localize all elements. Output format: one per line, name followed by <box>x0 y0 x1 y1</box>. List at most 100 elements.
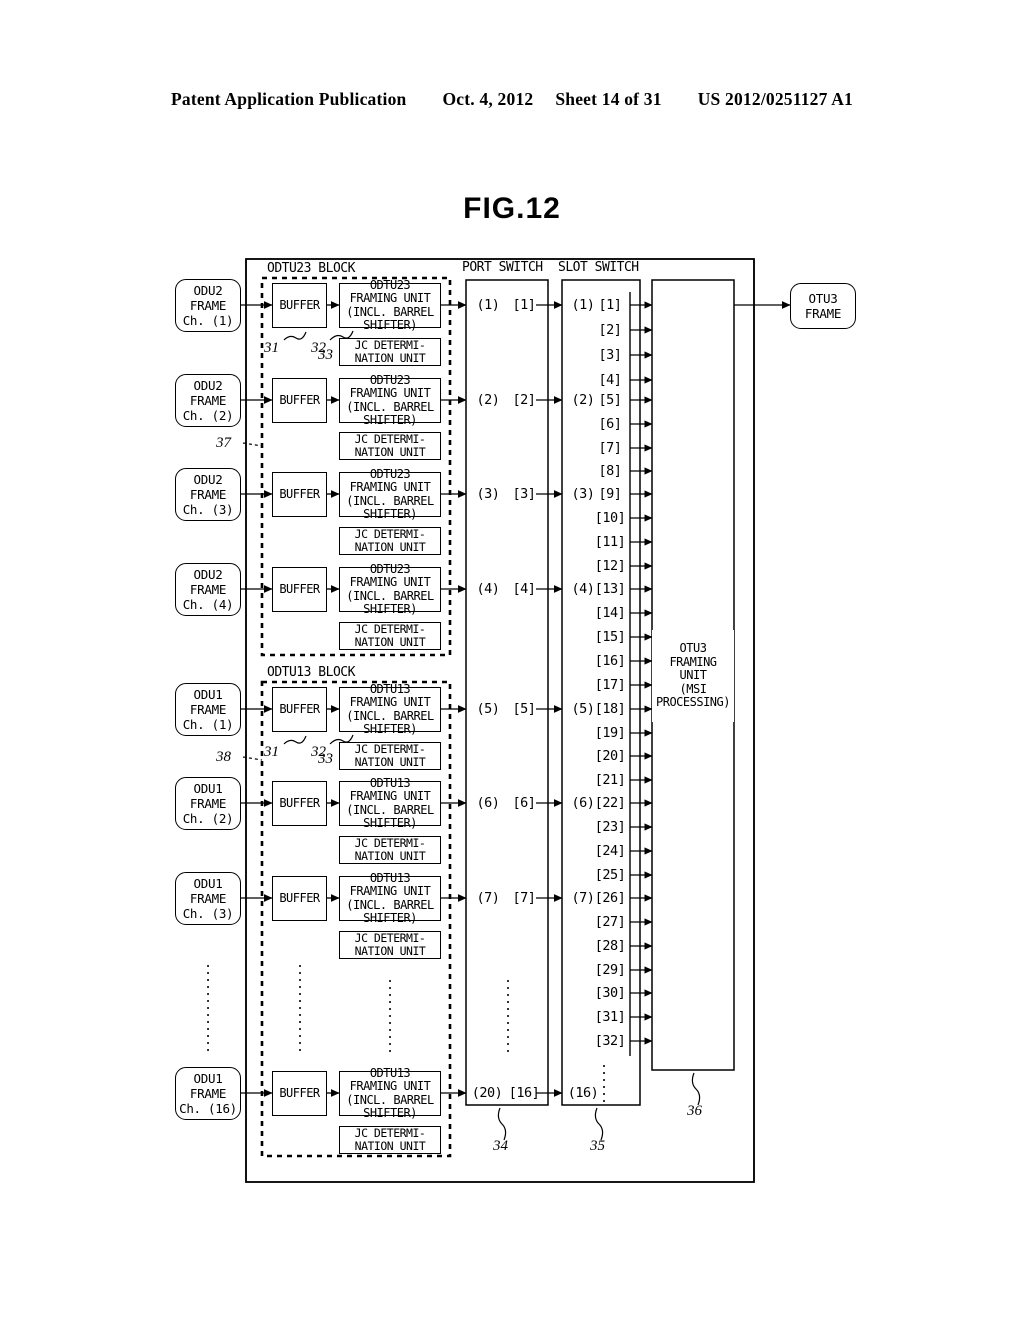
framing-unit-odtu23-ch3[interactable]: ODTU23 FRAMING UNIT (INCL. BARREL SHIFTE… <box>339 467 441 521</box>
otu3-line-2: FRAMING <box>669 654 717 669</box>
ref-jc-lower: 33 <box>318 751 333 767</box>
buffer-odu1-ch1[interactable]: BUFFER <box>272 687 327 732</box>
port-in-4: (4) <box>476 581 500 597</box>
input-node-odu1-ch1[interactable]: ODU1 FRAME Ch. (1) <box>175 683 241 736</box>
slot-out-8: [8] <box>598 463 622 479</box>
input-node-odu1-ch2[interactable]: ODU1 FRAME Ch. (2) <box>175 777 241 830</box>
slot-out-10: [10] <box>594 510 626 526</box>
framing-line-3: (INCL. BARREL <box>346 1092 434 1107</box>
buffer-odu2-ch3[interactable]: BUFFER <box>272 472 327 517</box>
buffer-label: BUFFER <box>279 486 320 501</box>
framing-line-4: SHIFTER) <box>363 413 417 427</box>
ellipsis-buffer-column: ............. <box>296 956 304 1055</box>
framing-unit-odtu23-ch2[interactable]: ODTU23 FRAMING UNIT (INCL. BARREL SHIFTE… <box>339 373 441 427</box>
input-node-odu1-ch3[interactable]: ODU1 FRAME Ch. (3) <box>175 872 241 925</box>
ref-port-switch: 34 <box>493 1138 508 1154</box>
port-in-3: (3) <box>476 486 500 502</box>
jc-determination-unit-odu2-ch4[interactable]: JC DETERMI- NATION UNIT <box>339 622 441 650</box>
buffer-odu1-ch16[interactable]: BUFFER <box>272 1071 327 1116</box>
node-line-2: FRAME <box>189 796 227 811</box>
otu3-line-3: UNIT <box>679 668 707 683</box>
node-line-3: Ch. (1) <box>182 717 234 732</box>
node-line-2: FRAME <box>189 1086 227 1101</box>
node-line-1: ODU1 <box>193 781 223 796</box>
framing-line-3: (INCL. BARREL <box>346 802 434 817</box>
slot-out-4: [4] <box>598 372 622 388</box>
jc-determination-unit-odu1-ch2[interactable]: JC DETERMI- NATION UNIT <box>339 836 441 864</box>
node-line-3: Ch. (4) <box>182 597 234 612</box>
framing-unit-odtu13-ch1[interactable]: ODTU13 FRAMING UNIT (INCL. BARREL SHIFTE… <box>339 682 441 736</box>
jc-line-2: NATION UNIT <box>354 1139 426 1153</box>
node-line-1: ODU2 <box>193 472 223 487</box>
slot-out-26: [26] <box>594 890 626 906</box>
node-line-1: ODU2 <box>193 378 223 393</box>
input-node-odu1-ch16[interactable]: ODU1 FRAME Ch. (16) <box>175 1067 241 1120</box>
framing-line-2: FRAMING UNIT <box>349 386 431 400</box>
input-node-odu2-ch3[interactable]: ODU2 FRAME Ch. (3) <box>175 468 241 521</box>
node-line-3: Ch. (2) <box>182 408 234 423</box>
framing-line-3: (INCL. BARREL <box>346 708 434 723</box>
slot-out-7: [7] <box>598 440 622 456</box>
jc-line-2: NATION UNIT <box>354 445 426 459</box>
jc-determination-unit-odu2-ch3[interactable]: JC DETERMI- NATION UNIT <box>339 527 441 555</box>
jc-determination-unit-odu2-ch1[interactable]: JC DETERMI- NATION UNIT <box>339 338 441 366</box>
slot-out-32: [32] <box>594 1033 626 1049</box>
jc-line-2: NATION UNIT <box>354 351 426 365</box>
output-node-otu3-frame[interactable]: OTU3 FRAME <box>790 283 856 329</box>
node-line-1: OTU3 <box>808 291 838 306</box>
otu3-framing-unit[interactable]: OTU3 FRAMING UNIT (MSI PROCESSING) <box>652 630 734 722</box>
jc-determination-unit-odu1-ch1[interactable]: JC DETERMI- NATION UNIT <box>339 742 441 770</box>
jc-determination-unit-odu2-ch2[interactable]: JC DETERMI- NATION UNIT <box>339 432 441 460</box>
slot-out-27: [27] <box>594 914 626 930</box>
node-line-2: FRAME <box>189 298 227 313</box>
node-line-1: ODU1 <box>193 1071 223 1086</box>
slot-out-13: [13] <box>594 581 626 597</box>
slot-out-1: [1] <box>598 297 622 313</box>
ellipsis-port-switch-column: ........... <box>504 971 512 1056</box>
slot-out-28: [28] <box>594 938 626 954</box>
buffer-odu2-ch4[interactable]: BUFFER <box>272 567 327 612</box>
port-out-5: [5] <box>512 701 536 717</box>
node-line-2: FRAME <box>189 582 227 597</box>
jc-determination-unit-odu1-ch3[interactable]: JC DETERMI- NATION UNIT <box>339 931 441 959</box>
slot-out-14: [14] <box>594 605 626 621</box>
framing-line-1: ODTU13 <box>369 1065 411 1080</box>
node-line-3: Ch. (3) <box>182 502 234 517</box>
buffer-label: BUFFER <box>279 1085 320 1100</box>
port-out-4: [4] <box>512 581 536 597</box>
port-out-7: [7] <box>512 890 536 906</box>
buffer-odu1-ch3[interactable]: BUFFER <box>272 876 327 921</box>
port-in-1: (1) <box>476 297 500 313</box>
node-line-2: FRAME <box>189 487 227 502</box>
buffer-odu1-ch2[interactable]: BUFFER <box>272 781 327 826</box>
framing-line-4: SHIFTER) <box>363 816 417 830</box>
framing-line-3: (INCL. BARREL <box>346 588 434 603</box>
buffer-odu2-ch1[interactable]: BUFFER <box>272 283 327 328</box>
framing-unit-odtu23-ch1[interactable]: ODTU23 FRAMING UNIT (INCL. BARREL SHIFTE… <box>339 278 441 332</box>
input-node-odu2-ch1[interactable]: ODU2 FRAME Ch. (1) <box>175 279 241 332</box>
buffer-label: BUFFER <box>279 297 320 312</box>
slot-out-16: [16] <box>594 653 626 669</box>
framing-line-4: SHIFTER) <box>363 507 417 521</box>
framing-line-1: ODTU13 <box>369 681 411 696</box>
otu3-line-4: (MSI <box>679 681 707 696</box>
jc-determination-unit-odu1-ch16[interactable]: JC DETERMI- NATION UNIT <box>339 1126 441 1154</box>
node-line-2: FRAME <box>189 393 227 408</box>
framing-line-1: ODTU13 <box>369 775 411 790</box>
framing-unit-odtu13-ch3[interactable]: ODTU13 FRAMING UNIT (INCL. BARREL SHIFTE… <box>339 871 441 925</box>
framing-unit-odtu13-ch16[interactable]: ODTU13 FRAMING UNIT (INCL. BARREL SHIFTE… <box>339 1066 441 1120</box>
input-node-odu2-ch2[interactable]: ODU2 FRAME Ch. (2) <box>175 374 241 427</box>
port-in-2: (2) <box>476 392 500 408</box>
framing-unit-odtu13-ch2[interactable]: ODTU13 FRAMING UNIT (INCL. BARREL SHIFTE… <box>339 776 441 830</box>
buffer-odu2-ch2[interactable]: BUFFER <box>272 378 327 423</box>
buffer-label: BUFFER <box>279 795 320 810</box>
port-switch-title: PORT SWITCH <box>462 260 543 275</box>
figure-diagram: PORT SWITCH SLOT SWITCH ODTU23 BLOCK ODT… <box>0 0 1024 1320</box>
jc-line-2: NATION UNIT <box>354 944 426 958</box>
framing-line-2: FRAMING UNIT <box>349 695 431 709</box>
slot-out-23: [23] <box>594 819 626 835</box>
framing-line-2: FRAMING UNIT <box>349 1079 431 1093</box>
framing-line-2: FRAMING UNIT <box>349 480 431 494</box>
input-node-odu2-ch4[interactable]: ODU2 FRAME Ch. (4) <box>175 563 241 616</box>
framing-unit-odtu23-ch4[interactable]: ODTU23 FRAMING UNIT (INCL. BARREL SHIFTE… <box>339 562 441 616</box>
